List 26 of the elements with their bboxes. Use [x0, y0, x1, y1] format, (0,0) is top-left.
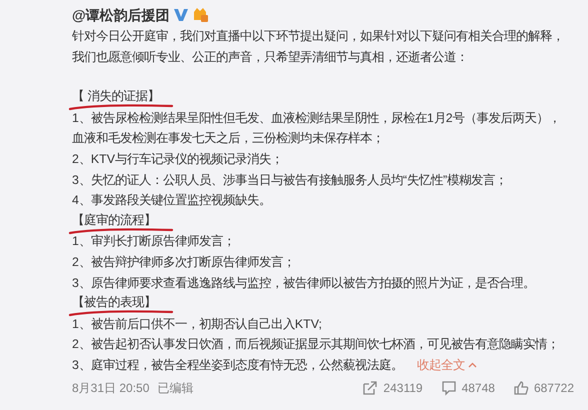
text-line: 我们也愿意倾听专业、公正的声音，只希望弄清细节与真相，还逝者公道： [72, 48, 469, 66]
text-line: 1、审判长打断原告律师发言； [72, 233, 236, 250]
text-line: 2、被告起初否认事发日饮酒，而后视频证据显示其期间饮七杯酒，可见被告有意隐瞒实情； [72, 336, 560, 354]
like-count: 687722 [534, 380, 574, 396]
section-heading: 【庭审的流程】 [72, 212, 156, 227]
caret-icon [468, 362, 477, 368]
text-line: 血液和毛发检测在事发七天之后，三份检测均未保存样本； [72, 130, 385, 148]
text-line: 1、被告尿检检测结果呈阳性但毛发、血液检测结果呈阴性，尿检在1月2号（事发后两天）， [72, 110, 562, 127]
text-line: 2、被告辩护律师多次打断原告律师发言； [72, 254, 296, 271]
edited-label: 已编辑 [157, 380, 194, 396]
section-heading: 【 消失的证据】 [72, 89, 160, 104]
repost-count: 243119 [383, 380, 423, 396]
text-line: 3、失忆的证人：公职人员、涉事当日与被告有接触服务人员均“失忆性”模糊发言； [72, 172, 508, 189]
text-line: 3、原告律师要求查看逃逸路线与监控，被告律师以被告方拍摄的照片为证，是否合理。 [72, 274, 536, 292]
thumbs-up-icon[interactable] [512, 380, 529, 396]
comment-icon[interactable] [440, 380, 457, 396]
section-heading: 【被告的表现】 [72, 295, 156, 310]
share-icon[interactable] [362, 380, 378, 396]
text-line: 3、庭审过程，被告全程坐姿到态度有恃无恐，公然藐视法庭。 [72, 356, 403, 374]
text-line: 2、KTV与行车记录仪的视频记录消失； [72, 150, 284, 168]
text-line: 针对今日公开庭审，我们对直播中以下环节提出疑问，如果针对以下疑问有相关合理的解释， [72, 28, 565, 45]
author-name[interactable]: @谭松韵后援团 [72, 4, 170, 26]
post-time: 8月31日 20:50 [72, 380, 150, 396]
text-line: 4、事发路段关键位置监控视频缺失。 [72, 192, 272, 210]
comment-count: 48748 [462, 380, 495, 396]
text-line: 1、被告前后口供不一，初期否认自己出入KTV; [72, 316, 323, 333]
